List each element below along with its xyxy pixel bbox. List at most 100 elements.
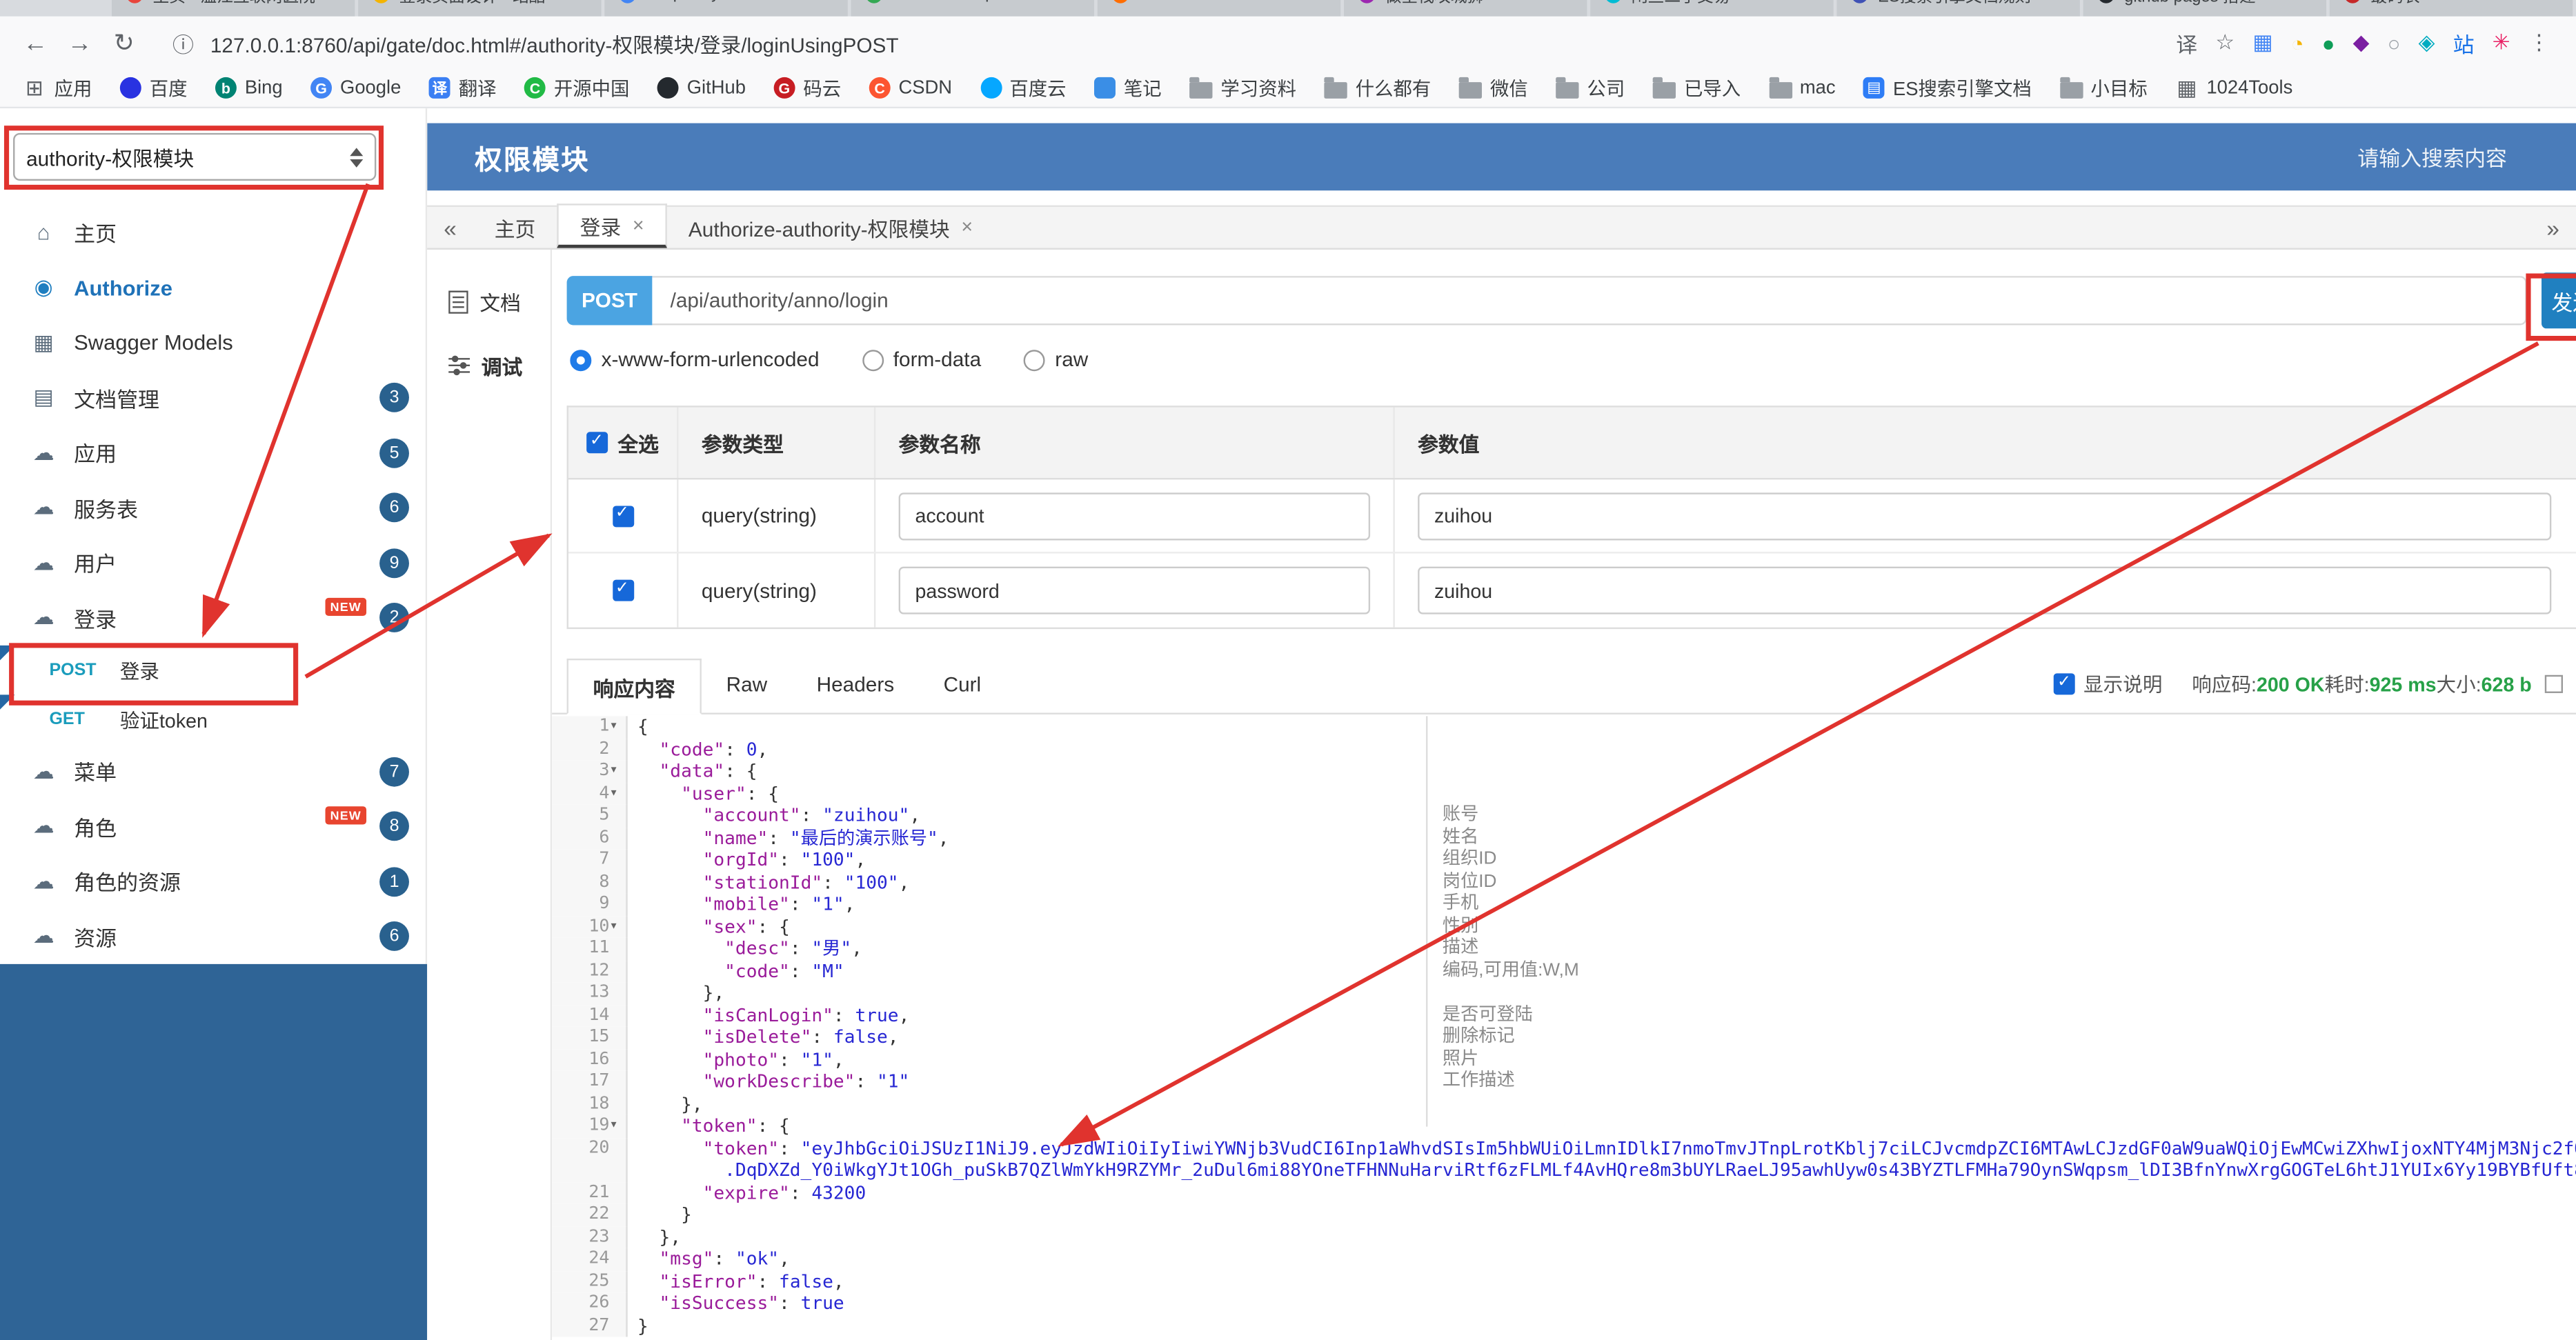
module-select[interactable]: authority-权限模块 [13,132,377,181]
overflow-menu-icon[interactable]: ⋮ [2528,30,2550,56]
sidebar-item[interactable]: ☁ 服务表 6 [0,481,426,536]
browser-tab[interactable]: 主页 - 温江互联网医院 [111,0,355,17]
fold-caret-icon[interactable]: ▾ [609,761,626,783]
extension-icon-2[interactable]: ◔ [2291,30,2304,55]
response-tab[interactable]: 响应内容 [566,658,702,714]
param-name-input[interactable]: account [898,492,1371,540]
tab-scroll-right-icon[interactable]: » [2530,214,2576,241]
send-button[interactable]: 发送 [2542,272,2576,329]
bookmark-item[interactable]: G Google [310,77,401,99]
content-tab[interactable]: Authorize-authority-权限模块 × [667,206,994,248]
tab-scroll-left-icon[interactable]: « [427,214,473,241]
method-label: GET [49,709,85,730]
sidebar-item[interactable]: ☁ 角色 NEW 8 [0,799,426,854]
response-tab[interactable]: Raw [702,657,792,713]
browser-tab[interactable]: 做全栈攻城狮 [1343,0,1587,17]
fold-caret-icon[interactable]: ▾ [609,1115,626,1137]
extension-icon-7[interactable]: 站 [2453,27,2475,58]
bookmark-item[interactable]: G 码云 [773,74,841,101]
bookmark-item[interactable]: ⊞ 应用 [23,74,92,101]
browser-tab[interactable]: 最码农 [2329,0,2573,17]
bookmark-item[interactable]: 百度云 [980,74,1067,101]
param-value-input[interactable]: zuihou [1418,492,2552,540]
bookmark-item[interactable]: 微信 [1458,74,1528,101]
close-icon[interactable]: × [633,214,644,237]
sidebar-api-item[interactable]: POST 登录 [0,645,426,694]
bookmark-item[interactable]: 什么都有 [1324,74,1431,101]
fold-caret-icon[interactable]: ▾ [609,916,626,938]
show-description-checkbox[interactable] [2054,672,2076,695]
bookmark-item[interactable]: ▦ 1024Tools [2175,74,2292,101]
reload-icon[interactable]: ↻ [102,28,146,57]
request-url-input[interactable]: /api/authority/anno/login [652,276,2527,326]
extension-icon-5[interactable]: ○ [2388,30,2401,55]
extension-icon-6[interactable]: ◈ [2419,30,2435,56]
bookmark-item[interactable]: C CSDN [869,77,952,99]
bookmark-item[interactable]: C 开源中国 [524,74,629,101]
bookmark-item[interactable]: 小目标 [2059,74,2148,101]
browser-tab[interactable]: 登录页面设计 - 站酷 [358,0,602,17]
bookmark-item[interactable]: 公司 [1556,74,1625,101]
sidebar-item[interactable]: ☁ 资源 6 [0,909,426,964]
sidebar-item[interactable]: ☁ 菜单 7 [0,744,426,799]
toolbar-icons: 译 ☆ ▦ ◔ ● ◆ ○ ◈ 站 ✳ ⋮ [2176,27,2576,58]
tab-label: 主页 [494,217,536,241]
content-tab[interactable]: 登录 × [557,203,667,248]
sidebar-item[interactable]: ☁ 用户 9 [0,535,426,590]
extension-icon-4[interactable]: ◆ [2353,30,2370,56]
extension-icon-3[interactable]: ● [2322,30,2335,55]
back-icon[interactable]: ← [13,29,57,57]
browser-tab[interactable]: ES搜索引擎文档规则 [1836,0,2080,17]
sidebar-item[interactable]: ☁ 登录 NEW 2 [0,590,426,646]
fold-caret-icon[interactable]: ▾ [609,716,626,738]
extension-icon-1[interactable]: ▦ [2252,30,2272,56]
bookmark-item[interactable]: b Bing [215,77,283,99]
bookmark-item[interactable]: 学习资料 [1189,74,1296,101]
bookmark-item[interactable]: 笔记 [1094,74,1162,101]
forward-icon[interactable]: → [57,29,101,57]
content-tab[interactable]: 主页 [473,206,557,248]
sidebar-item[interactable]: ▤ 文档管理 3 [0,370,426,426]
bookmark-item[interactable]: 百度 [119,74,187,101]
browser-tab[interactable]: temporary-internal-wiki [604,0,848,17]
param-name-input[interactable]: password [898,566,1371,614]
row-checkbox[interactable] [612,504,634,527]
content-type-option[interactable]: raw [1024,348,1088,371]
sidebar-item[interactable]: ▦ Swagger Models [0,315,426,370]
folder-icon [1324,76,1347,98]
bookmark-item[interactable]: mac [1768,76,1836,98]
sidebar-item[interactable]: ◉ Authorize [0,260,426,315]
sidebar-api-item[interactable]: GET 验证token [0,694,426,743]
bookmark-item[interactable]: 已导入 [1652,74,1741,101]
row-checkbox[interactable] [612,579,634,601]
browser-tab[interactable]: habos [1097,0,1341,17]
response-tab[interactable]: Curl [919,657,1006,713]
site-info-icon[interactable]: ⓘ [172,27,194,58]
nav-item-debug[interactable]: 调试 [427,333,551,397]
content-type-option[interactable]: form-data [862,348,981,371]
bookmark-item[interactable]: GitHub [657,77,746,99]
header-search-input[interactable]: 请输入搜索内容 [2357,141,2507,172]
sidebar-item[interactable]: ☁ 应用 5 [0,426,426,481]
content-type-option[interactable]: x-www-form-urlencoded [570,348,820,371]
param-value-input[interactable]: zuihou [1418,566,2552,614]
address-bar[interactable]: 127.0.0.1:8760/api/gate/doc.html#/author… [210,27,899,58]
sidebar-item[interactable]: ⌂ 主页 [0,206,426,261]
translate-icon[interactable]: 译 [2176,27,2197,58]
close-icon[interactable]: × [961,215,973,238]
browser-tab[interactable]: github pages 搭建 [2083,0,2327,17]
bookmark-item[interactable]: ▤ ES搜索引擎文档 [1863,74,2032,101]
bookmark-star-icon[interactable]: ☆ [2215,30,2235,56]
bookmark-item[interactable]: 译翻译 [428,74,496,101]
select-all-checkbox[interactable] [586,431,608,454]
sidebar: ⌂ 主页 ◉ Authorize ▦ Swagger Models ▤ 文档管理 3 ☁ 应用 5 ☁ 服… [0,108,428,1340]
browser-tab[interactable]: SPuG - Compose [851,0,1095,17]
response-tab[interactable]: Headers [792,657,919,713]
fullscreen-icon[interactable] [2544,674,2563,693]
nav-item-doc[interactable]: 文档 [427,270,551,334]
favicon-icon [1094,77,1116,99]
sidebar-item[interactable]: ☁ 角色的资源 1 [0,854,426,909]
extension-icon-8[interactable]: ✳ [2493,30,2510,56]
browser-tab[interactable]: 闲鱼二手交易 [1590,0,1834,17]
fold-caret-icon[interactable]: ▾ [609,783,626,805]
